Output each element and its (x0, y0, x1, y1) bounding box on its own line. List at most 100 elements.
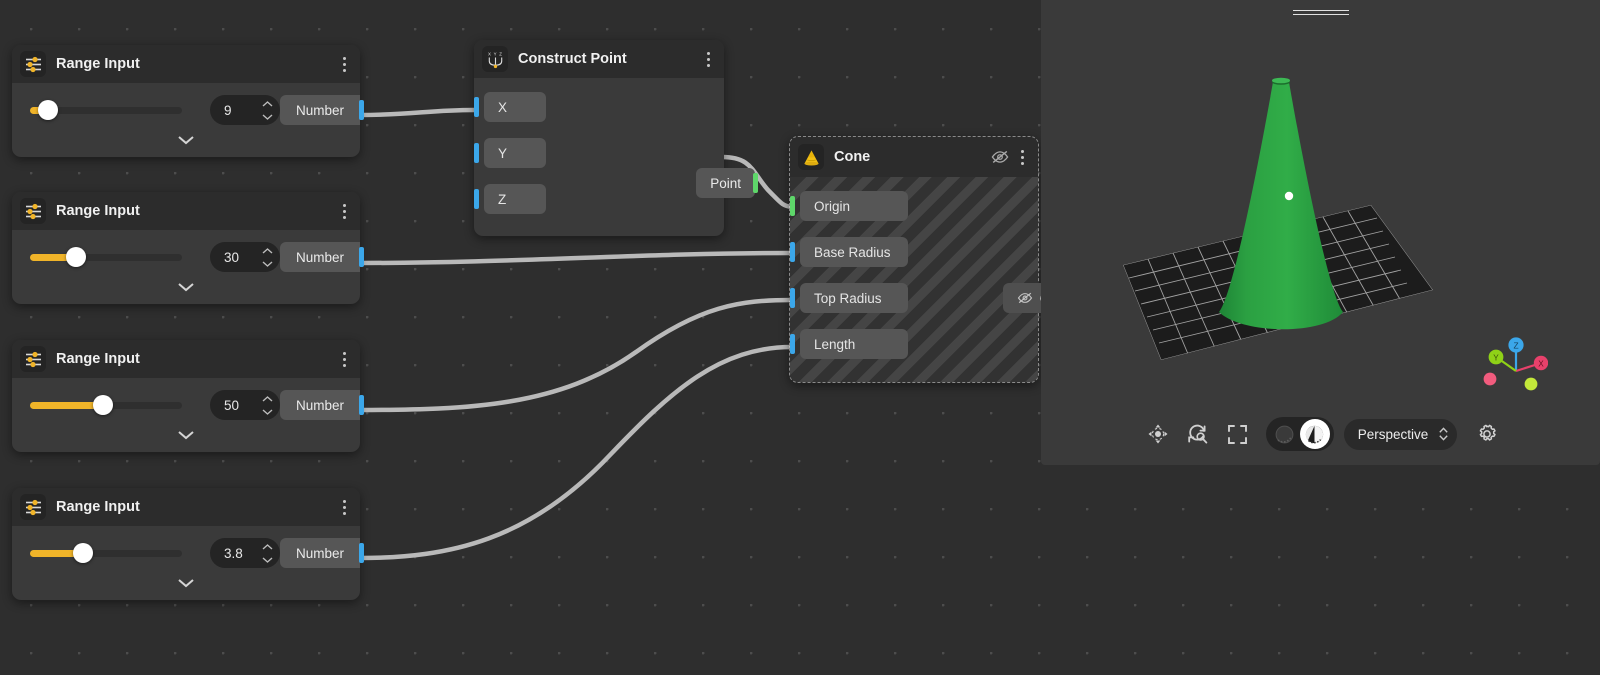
input-port-y[interactable]: Y (484, 138, 546, 168)
value-stepper[interactable] (258, 390, 276, 420)
range-slider[interactable] (30, 107, 182, 114)
cone-mesh (1219, 78, 1343, 330)
chevron-down-icon (262, 557, 273, 563)
sphere-wireframe-icon[interactable] (1270, 419, 1300, 449)
port-connector[interactable] (790, 242, 795, 262)
node-construct-point[interactable]: X Y Z Construct Point X Y (474, 40, 724, 236)
node-header[interactable]: X Y Z Construct Point (474, 40, 724, 78)
port-connector[interactable] (790, 288, 795, 308)
node-body: 30 Number (12, 230, 360, 304)
range-row: 9 Number (12, 93, 360, 127)
viewport-toolbar: Perspective (1041, 417, 1600, 451)
output-port-label: Point (710, 176, 741, 191)
gear-icon[interactable] (1471, 418, 1503, 450)
node-range-input-4[interactable]: Range Input 3.8 Number (12, 488, 360, 600)
value-input[interactable]: 3.8 (210, 538, 280, 568)
move-gizmo-icon[interactable] (1138, 417, 1178, 451)
chevron-down-icon (177, 578, 195, 588)
value-text: 3.8 (210, 546, 258, 561)
svg-text:Y: Y (1493, 353, 1499, 362)
input-port-label: Top Radius (814, 291, 882, 306)
chevron-down-icon (262, 261, 273, 267)
kebab-menu-icon[interactable] (334, 494, 354, 520)
output-port-label: Number (296, 103, 344, 118)
range-slider[interactable] (30, 254, 182, 261)
port-connector[interactable] (790, 334, 795, 354)
input-port-z[interactable]: Z (484, 184, 546, 214)
expand-toggle[interactable] (12, 127, 360, 153)
node-title: Construct Point (518, 51, 698, 67)
value-input[interactable]: 9 (210, 95, 280, 125)
node-title: Range Input (56, 203, 334, 219)
port-connector[interactable] (474, 189, 479, 209)
svg-text:Z: Z (499, 51, 502, 56)
kebab-menu-icon[interactable] (698, 46, 718, 72)
sphere-solid-icon[interactable] (1300, 419, 1330, 449)
node-header[interactable]: Range Input (12, 340, 360, 378)
output-port-number[interactable]: Number (280, 242, 360, 272)
output-port-point[interactable]: Point (696, 168, 755, 198)
port-connector[interactable] (359, 395, 364, 415)
node-header[interactable]: Range Input (12, 192, 360, 230)
node-header[interactable]: Range Input (12, 488, 360, 526)
input-port-label: Length (814, 337, 855, 352)
kebab-menu-icon[interactable] (334, 346, 354, 372)
input-port-top-radius[interactable]: Top Radius (800, 283, 908, 313)
output-port-label: Number (296, 250, 344, 265)
fit-frame-icon[interactable] (1218, 417, 1258, 451)
output-port-number[interactable]: Number (280, 538, 360, 568)
axis-gizmo[interactable]: Z X Y (1476, 331, 1548, 393)
value-stepper[interactable] (258, 242, 276, 272)
svg-text:Y: Y (493, 51, 496, 56)
node-range-input-3[interactable]: Range Input 50 Number (12, 340, 360, 452)
node-cone[interactable]: Cone Origin Base Radius Top Radi (789, 136, 1039, 383)
viewport-3d-panel[interactable]: Z X Y (1041, 0, 1600, 465)
svg-text:Z: Z (1513, 341, 1518, 351)
projection-select[interactable]: Perspective (1344, 419, 1458, 450)
input-port-length[interactable]: Length (800, 329, 908, 359)
shading-mode-group (1266, 417, 1334, 451)
port-connector[interactable] (359, 100, 364, 120)
value-stepper[interactable] (258, 538, 276, 568)
value-text: 9 (210, 103, 258, 118)
port-connector[interactable] (753, 173, 758, 193)
input-port-x[interactable]: X (484, 92, 546, 122)
slider-thumb[interactable] (73, 543, 93, 563)
kebab-menu-icon[interactable] (334, 51, 354, 77)
output-port-number[interactable]: Number (280, 390, 360, 420)
port-connector[interactable] (474, 97, 479, 117)
zoom-refresh-icon[interactable] (1178, 417, 1218, 451)
output-port-number[interactable]: Number (280, 95, 360, 125)
input-port-base-radius[interactable]: Base Radius (800, 237, 908, 267)
node-header[interactable]: Range Input (12, 45, 360, 83)
slider-thumb[interactable] (66, 247, 86, 267)
value-input[interactable]: 30 (210, 242, 280, 272)
chevron-down-icon (177, 430, 195, 440)
node-range-input-1[interactable]: Range Input 9 Number (12, 45, 360, 157)
value-stepper[interactable] (258, 95, 276, 125)
value-input[interactable]: 50 (210, 390, 280, 420)
port-connector[interactable] (790, 196, 795, 216)
sliders-icon (20, 198, 46, 224)
kebab-menu-icon[interactable] (334, 198, 354, 224)
slider-thumb[interactable] (93, 395, 113, 415)
expand-toggle[interactable] (12, 422, 360, 448)
expand-toggle[interactable] (12, 274, 360, 300)
viewport-scene[interactable] (1041, 0, 1600, 465)
kebab-menu-icon[interactable] (1012, 144, 1032, 170)
slider-thumb[interactable] (38, 100, 58, 120)
expand-toggle[interactable] (12, 570, 360, 596)
chevron-up-icon (262, 396, 273, 402)
port-connector[interactable] (359, 247, 364, 267)
eye-off-icon[interactable] (988, 150, 1012, 164)
node-range-input-2[interactable]: Range Input 30 Number (12, 192, 360, 304)
range-slider[interactable] (30, 402, 182, 409)
chevron-up-icon (262, 101, 273, 107)
svg-text:X: X (488, 51, 491, 56)
node-header[interactable]: Cone (790, 137, 1038, 177)
port-connector[interactable] (474, 143, 479, 163)
range-slider[interactable] (30, 550, 182, 557)
input-port-origin[interactable]: Origin (800, 191, 908, 221)
port-connector[interactable] (359, 543, 364, 563)
range-row: 30 Number (12, 240, 360, 274)
